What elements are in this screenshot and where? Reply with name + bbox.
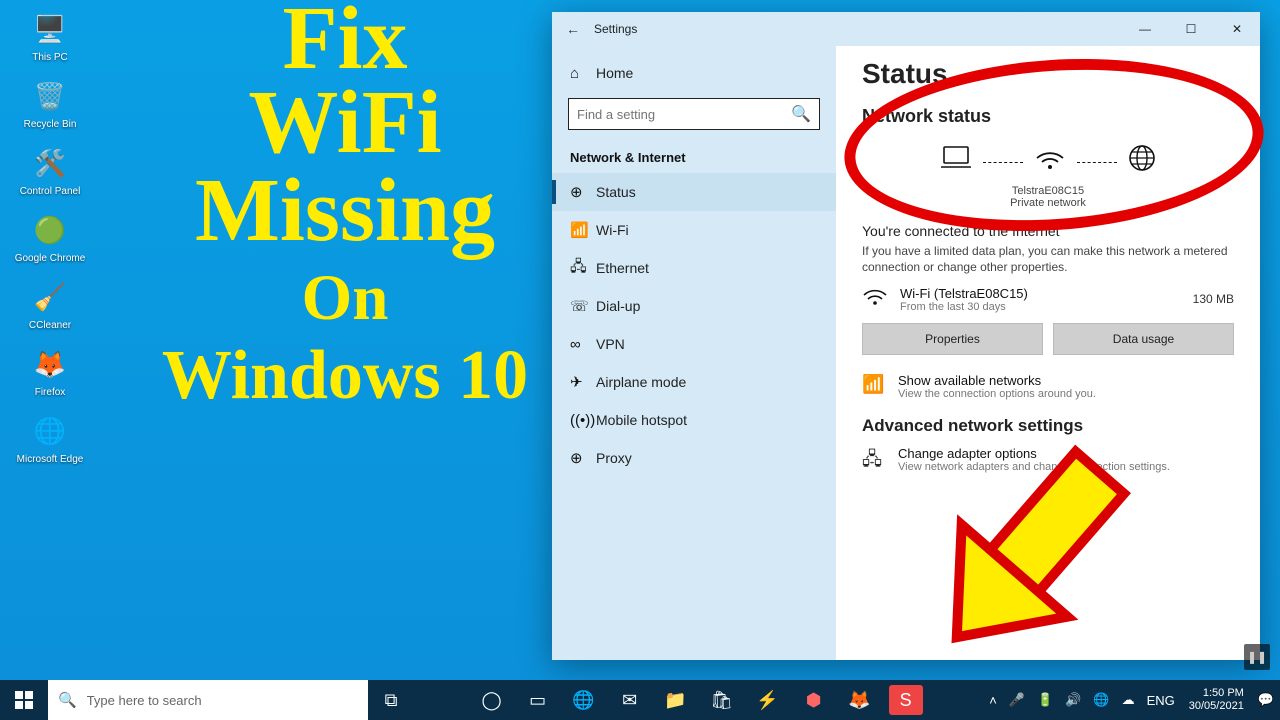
ethernet-icon: 🖧 [570,256,596,281]
desktop-icon-control-panel[interactable]: 🛠️Control Panel [10,142,90,197]
pause-icon: ❚❚ [1244,644,1270,670]
search-input[interactable] [577,107,791,122]
tray-language[interactable]: ENG [1141,693,1181,708]
minimize-button[interactable]: — [1122,12,1168,46]
firefox-icon[interactable]: 🦊 [837,680,883,720]
page-title: Status [862,58,1234,90]
network-diagram-label: TelstraE08C15 Private network [862,185,1234,209]
tray-chevron-icon[interactable]: ˄ [983,693,1003,708]
explorer-icon[interactable]: 📁 [653,680,699,720]
properties-button[interactable]: Properties [862,323,1043,355]
desktop-icon-firefox[interactable]: 🦊Firefox [10,343,90,398]
sidebar-item-vpn[interactable]: ∞VPN [552,325,836,363]
show-networks-link[interactable]: 📶 Show available networks View the conne… [862,373,1234,400]
settings-content: Status Network status TelstraE08C15 Priv… [836,46,1260,660]
vpn-icon: ∞ [570,336,596,353]
wifi-icon: 📶 [862,373,886,395]
app-icon[interactable]: ⚡ [745,680,791,720]
network-diagram [862,143,1234,181]
data-usage-button[interactable]: Data usage [1053,323,1234,355]
windows-icon [15,691,33,709]
sidebar-item-airplane[interactable]: ✈Airplane mode [552,363,836,401]
tray-volume-icon[interactable]: 🔊 [1059,692,1087,708]
office-icon[interactable]: ⬢ [791,680,837,720]
proxy-icon: ⊕ [570,449,596,467]
google-chrome-icon: 🟢 [29,209,71,251]
section-heading: Network status [862,106,1234,127]
tray-clock[interactable]: 1:50 PM 30/05/2021 [1181,687,1252,712]
taskbar: 🔍 Type here to search ⧉ ◯ ▭ 🌐 ✉ 📁 🛍 ⚡ ⬢ … [0,680,1280,720]
maximize-button[interactable]: ☐ [1168,12,1214,46]
airplane-icon: ✈ [570,373,596,391]
window-title: Settings [594,22,637,36]
sidebar-section-heading: Network & Internet [552,138,836,173]
desktop-icon-recycle-bin[interactable]: 🗑️Recycle Bin [10,75,90,130]
sidebar-home[interactable]: ⌂ Home [552,54,836,92]
globe-icon [1127,143,1157,181]
taskview-icon[interactable]: ▭ [515,680,561,720]
taskbar-search[interactable]: 🔍 Type here to search [48,680,368,720]
tray-battery-icon[interactable]: 🔋 [1031,692,1059,708]
microsoft-edge-icon: 🌐 [29,410,71,452]
sidebar-item-ethernet[interactable]: 🖧Ethernet [552,249,836,287]
settings-window: ← Settings — ☐ ✕ ⌂ Home 🔍 Network & Inte… [552,12,1260,660]
status-icon: ⊕ [570,183,596,201]
desktop-icon-google-chrome[interactable]: 🟢Google Chrome [10,209,90,264]
back-icon[interactable]: ← [566,21,588,37]
control-panel-icon: 🛠️ [29,142,71,184]
edge-icon[interactable]: 🌐 [561,680,607,720]
advanced-heading: Advanced network settings [862,416,1234,436]
connected-title: You're connected to the Internet [862,223,1234,239]
task-view-button[interactable]: ⧉ [368,680,414,720]
adapter-icon: 🖧 [862,446,886,477]
this-pc-icon: 🖥️ [29,8,71,50]
connected-desc: If you have a limited data plan, you can… [862,243,1234,275]
sidebar-item-status[interactable]: ⊕Status [552,173,836,211]
tray-notifications-icon[interactable]: 💬 [1252,692,1280,708]
wifi-icon [862,285,890,313]
home-icon: ⌂ [570,65,596,82]
snagit-icon[interactable]: S [889,685,923,715]
search-icon: 🔍 [791,104,811,124]
wifi-icon: 📶 [570,221,596,239]
store-icon[interactable]: 🛍 [699,680,745,720]
sidebar-item-dialup[interactable]: ☏Dial-up [552,287,836,325]
usage-row: Wi-Fi (TelstraE08C15) From the last 30 d… [862,285,1234,313]
desktop-icon-this-pc[interactable]: 🖥️This PC [10,8,90,63]
close-button[interactable]: ✕ [1214,12,1260,46]
change-adapter-link[interactable]: 🖧 Change adapter options View network ad… [862,446,1234,477]
recycle-bin-icon: 🗑️ [29,75,71,117]
cortana-icon[interactable]: ◯ [469,680,515,720]
titlebar: ← Settings — ☐ ✕ [552,12,1260,46]
tray-onedrive-icon[interactable]: ☁ [1116,692,1141,708]
desktop-icon-microsoft-edge[interactable]: 🌐Microsoft Edge [10,410,90,465]
mail-icon[interactable]: ✉ [607,680,653,720]
search-input-wrap[interactable]: 🔍 [568,98,820,130]
start-button[interactable] [0,680,48,720]
sidebar-item-proxy[interactable]: ⊕Proxy [552,439,836,477]
sidebar-item-wifi[interactable]: 📶Wi-Fi [552,211,836,249]
settings-sidebar: ⌂ Home 🔍 Network & Internet ⊕Status📶Wi-F… [552,46,836,660]
overlay-title: Fix WiFi Missing On Windows 10 [145,0,545,411]
hotspot-icon: ((•)) [570,412,596,429]
dialup-icon: ☏ [570,297,596,315]
ccleaner-icon: 🧹 [29,276,71,318]
tray-mic-icon[interactable]: 🎤 [1003,692,1031,708]
tray-network-icon[interactable]: 🌐 [1087,692,1115,708]
sidebar-item-hotspot[interactable]: ((•))Mobile hotspot [552,401,836,439]
laptop-icon [939,144,973,180]
wifi-icon [1033,144,1067,180]
firefox-icon: 🦊 [29,343,71,385]
search-icon: 🔍 [58,691,77,709]
desktop-icon-ccleaner[interactable]: 🧹CCleaner [10,276,90,331]
usage-size: 130 MB [1193,292,1234,306]
system-tray: ˄ 🎤 🔋 🔊 🌐 ☁ ENG 1:50 PM 30/05/2021 💬 [983,680,1280,720]
